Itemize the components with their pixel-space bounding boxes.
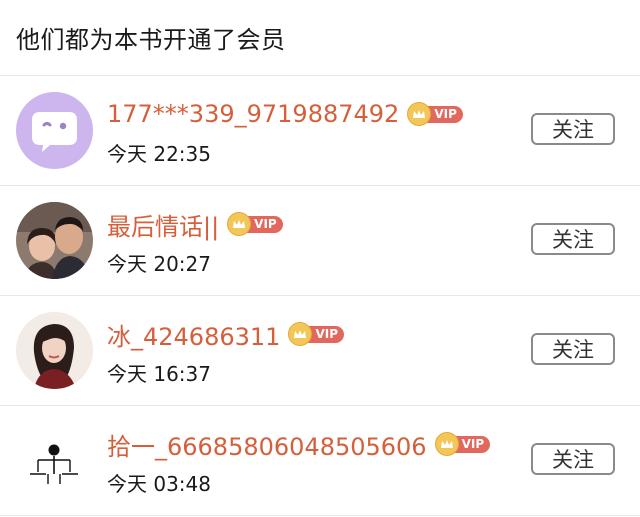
username[interactable]: 177***339_9719887492 [107,100,399,128]
couple-photo-avatar[interactable] [16,202,93,279]
woman-portrait-avatar[interactable] [16,312,93,389]
list-item: 拾一_66685806048505606 VIP 今天 03:48 关注 [0,406,640,516]
vip-badge: VIP [434,432,491,456]
username[interactable]: 拾一_66685806048505606 [107,427,427,462]
join-time: 今天 22:35 [107,142,211,166]
join-time: 今天 16:37 [107,362,211,386]
crown-icon [434,432,459,456]
vip-badge: VIP [227,212,283,236]
stick-figure-avatar[interactable] [16,422,93,499]
vip-badge: VIP [407,102,463,126]
crown-icon [227,212,252,236]
page-title: 他们都为本书开通了会员 [16,26,286,54]
join-time: 今天 20:27 [107,252,211,276]
follow-button[interactable]: 关注 [531,223,615,255]
follow-button[interactable]: 关注 [531,443,615,475]
list-item: 177***339_9719887492 VIP 今天 22:35 关注 [0,76,640,186]
join-time: 今天 03:48 [107,472,211,496]
member-list-page: 他们都为本书开通了会员 177***339_9719887492 VIP 今天 … [0,0,640,517]
list-item: 冰_424686311 VIP 今天 16:37 关注 [0,296,640,406]
chat-bubble-avatar[interactable] [16,92,93,169]
follow-button[interactable]: 关注 [531,113,615,145]
header: 他们都为本书开通了会员 [0,0,640,76]
member-list: 177***339_9719887492 VIP 今天 22:35 关注 最后情… [0,76,640,516]
follow-button[interactable]: 关注 [531,333,615,365]
username[interactable]: 最后情话|| [107,207,219,242]
username[interactable]: 冰_424686311 [107,317,280,352]
list-item: 最后情话|| VIP 今天 20:27 关注 [0,186,640,296]
vip-badge: VIP [288,322,344,346]
